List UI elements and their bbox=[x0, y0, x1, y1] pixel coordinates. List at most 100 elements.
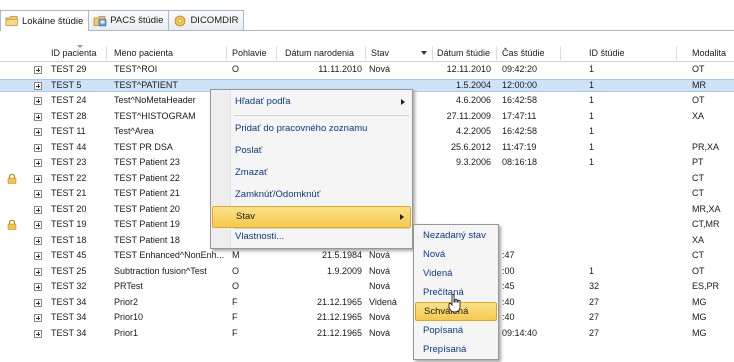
expand-row-icon[interactable] bbox=[34, 128, 42, 136]
table-row[interactable]: TEST 25 Subtraction fusion^Test O 1.9.2009 N… bbox=[0, 265, 734, 278]
dicomdir-icon bbox=[173, 15, 187, 27]
cell-sex: O bbox=[232, 281, 240, 291]
cell-id: TEST 23 bbox=[51, 157, 87, 167]
expand-row-icon[interactable] bbox=[34, 205, 42, 214]
table-row[interactable]: TEST 29 TEST^ROI O 11.11.2010 Nová 12.11.2010… bbox=[0, 63, 734, 76]
status-option-new[interactable]: Nová bbox=[415, 245, 497, 264]
menu-item-status[interactable]: Stav bbox=[212, 206, 411, 228]
column-header-patient-name[interactable]: Meno pacienta bbox=[114, 44, 173, 62]
tab-local-studies[interactable]: Lokálne štúdie bbox=[0, 10, 90, 31]
expand-row-icon[interactable] bbox=[34, 159, 42, 167]
expand-row-icon[interactable] bbox=[34, 190, 42, 198]
column-header-patient-id[interactable]: ID pacienta bbox=[51, 44, 97, 62]
status-option-described[interactable]: Popísaná bbox=[415, 321, 497, 340]
column-header-status[interactable]: Stav bbox=[371, 44, 389, 62]
tab-pacs-studies[interactable]: PACS štúdie bbox=[88, 10, 170, 30]
expand-row-icon[interactable] bbox=[34, 112, 42, 121]
status-option-rewritten[interactable]: Prepísaná bbox=[415, 340, 497, 359]
table-row[interactable]: TEST 34 Prior2 F 21.12.1965 Videná:40 27 MG bbox=[0, 296, 734, 309]
menu-item-properties[interactable]: Vlastnosti... bbox=[212, 226, 411, 248]
cell-id: TEST 24 bbox=[51, 95, 87, 105]
expand-row-icon[interactable] bbox=[34, 174, 42, 183]
column-divider[interactable] bbox=[365, 46, 366, 60]
column-divider[interactable] bbox=[106, 46, 107, 60]
column-divider[interactable] bbox=[560, 46, 561, 60]
cell-id: TEST 34 bbox=[51, 312, 87, 322]
expand-row-icon[interactable] bbox=[34, 329, 42, 338]
menu-item-label: Pridať do pracovného zoznamu bbox=[235, 123, 368, 134]
column-header-study-id[interactable]: ID štúdie bbox=[589, 44, 625, 62]
cell-study-time: 12:00:00 bbox=[502, 79, 538, 90]
status-option-label: Videná bbox=[423, 268, 453, 279]
expand-row-icon[interactable] bbox=[34, 267, 42, 276]
expand-row-icon[interactable] bbox=[34, 252, 42, 260]
expand-row-icon[interactable] bbox=[34, 298, 42, 307]
menu-item-label: Vlastnosti... bbox=[235, 231, 285, 242]
cell-modality: CT,MR bbox=[692, 219, 720, 229]
column-header-birth-date[interactable]: Dátum narodenia bbox=[285, 44, 354, 62]
column-header-study-date[interactable]: Dátum štúdie bbox=[437, 44, 490, 62]
cell-study-id: 1 bbox=[589, 110, 595, 121]
menu-item-label: Poslať bbox=[235, 145, 263, 156]
menu-item-search-by[interactable]: Hľadať podľa bbox=[212, 91, 411, 113]
cell-study-time: 17:47:11 bbox=[502, 110, 537, 121]
menu-item-add-to-worklist[interactable]: Pridať do pracovného zoznamu bbox=[212, 118, 411, 140]
menu-item-lock-unlock[interactable]: Zamknúť/Odomknúť bbox=[212, 184, 411, 206]
expand-row-icon[interactable] bbox=[34, 221, 42, 229]
tab-dicomdir[interactable]: DICOMDIR bbox=[168, 10, 245, 30]
table-row[interactable]: TEST 34Prior1F21.12.1965Nová1.10.201009:… bbox=[0, 327, 734, 340]
status-option-seen[interactable]: Videná bbox=[415, 264, 497, 283]
column-divider[interactable] bbox=[226, 46, 227, 60]
column-divider[interactable] bbox=[276, 46, 277, 60]
cell-status: Nová bbox=[369, 281, 391, 291]
cell-status: Videná bbox=[369, 296, 397, 307]
expand-row-icon[interactable] bbox=[34, 236, 42, 245]
menu-item-send[interactable]: Poslať bbox=[212, 140, 411, 162]
pacs-server-icon bbox=[93, 15, 107, 27]
cell-study-id: 1 bbox=[589, 126, 595, 136]
status-option-label: Popísaná bbox=[423, 325, 464, 336]
table-row[interactable]: TEST 34 Prior10 F 21.12.1965 Nová:40 27 MG bbox=[0, 311, 734, 324]
cell-modality: MG bbox=[692, 296, 707, 307]
cell-study-time: :47 bbox=[502, 250, 515, 260]
cell-study-id: 1 bbox=[589, 79, 595, 90]
column-divider[interactable] bbox=[496, 46, 497, 60]
cell-name: TEST Patient 22 bbox=[114, 172, 180, 183]
column-header-modality[interactable]: Modalita bbox=[692, 44, 726, 62]
cell-id: TEST 22 bbox=[51, 172, 87, 183]
expand-row-icon[interactable] bbox=[34, 81, 42, 90]
cell-id: TEST 44 bbox=[51, 141, 87, 152]
expand-row-icon[interactable] bbox=[34, 314, 42, 322]
menu-item-delete[interactable]: Zmazať bbox=[212, 162, 411, 184]
column-header-study-time[interactable]: Čas štúdie bbox=[502, 44, 545, 62]
expand-row-icon[interactable] bbox=[34, 66, 42, 74]
status-submenu: Nezadaný stav Nová Videná Prečítaná Schv… bbox=[413, 224, 499, 360]
table-row[interactable]: TEST 32 PRTest O Nová:45 32 ES,PR bbox=[0, 280, 734, 293]
cell-study-time: :40 bbox=[502, 296, 515, 307]
lock-icon bbox=[7, 219, 17, 230]
column-divider[interactable] bbox=[676, 46, 677, 60]
tab-divider bbox=[0, 30, 734, 31]
menu-item-label: Zmazať bbox=[235, 167, 268, 178]
cell-sex: M bbox=[232, 250, 240, 260]
expand-row-icon[interactable] bbox=[34, 283, 42, 291]
table-row[interactable]: TEST 45 TEST Enhanced^NonEnh... M 21.5.1984… bbox=[0, 249, 734, 262]
filter-dropdown-icon[interactable] bbox=[421, 51, 427, 55]
tab-label: DICOMDIR bbox=[190, 15, 239, 26]
expand-row-icon[interactable] bbox=[34, 143, 42, 152]
cell-id: TEST 18 bbox=[51, 234, 87, 245]
cell-study-date: 9.3.2006 bbox=[455, 157, 491, 167]
status-option-unassigned[interactable]: Nezadaný stav bbox=[415, 226, 497, 245]
cell-study-time: 08:16:18 bbox=[502, 157, 538, 167]
cell-study-id: 1 bbox=[589, 95, 595, 105]
hand-cursor-icon bbox=[448, 294, 461, 313]
column-header-sex[interactable]: Pohlavie bbox=[232, 44, 267, 62]
cell-id: TEST 11 bbox=[51, 126, 86, 136]
cell-study-time: 09:42:20 bbox=[502, 64, 538, 74]
cell-study-date: 27.11.2009 bbox=[446, 110, 491, 121]
cell-modality: OT bbox=[692, 64, 705, 74]
cell-modality: MG bbox=[692, 327, 707, 338]
column-divider[interactable] bbox=[432, 46, 433, 60]
expand-row-icon[interactable] bbox=[34, 97, 42, 105]
cell-modality: CT bbox=[692, 250, 704, 260]
